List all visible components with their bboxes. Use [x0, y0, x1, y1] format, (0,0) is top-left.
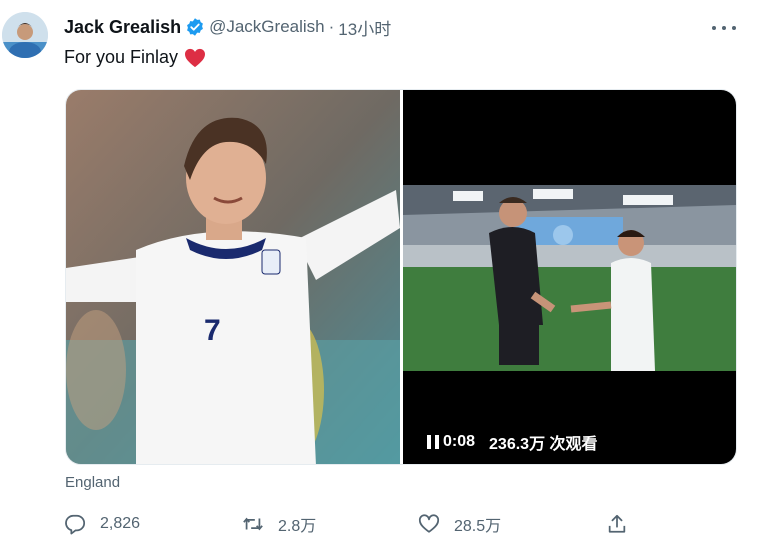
- video-player[interactable]: 0:08 236.3万 次观看: [403, 90, 736, 464]
- reply-icon: [65, 514, 85, 535]
- retweet-button[interactable]: 2.8万: [242, 512, 316, 536]
- like-button[interactable]: 28.5万: [418, 512, 501, 536]
- tweet-header: Jack Grealish @JackGrealish · 13小时: [64, 15, 391, 40]
- share-icon: [608, 514, 626, 533]
- more-icon[interactable]: [712, 18, 736, 38]
- like-icon: [418, 514, 440, 533]
- reply-count: 2,826: [100, 515, 141, 532]
- retweet-icon: [243, 517, 263, 531]
- reply-button[interactable]: 2,826: [64, 512, 140, 536]
- media-location: England: [65, 474, 121, 491]
- separator-dot: ·: [328, 17, 335, 36]
- author-name[interactable]: Jack Grealish: [64, 17, 181, 38]
- retweet-count: 2.8万: [278, 518, 317, 535]
- tweet-text: For you Finlay: [64, 47, 206, 68]
- svg-text:7: 7: [204, 314, 221, 347]
- video-frame: [403, 185, 736, 371]
- photo-player[interactable]: 7: [66, 90, 400, 464]
- heart-emoji-icon: [184, 48, 206, 68]
- pause-icon[interactable]: [427, 435, 439, 449]
- avatar[interactable]: [2, 12, 48, 58]
- like-count: 28.5万: [454, 518, 502, 535]
- video-controls: 0:08 236.3万 次观看: [427, 430, 598, 454]
- author-handle[interactable]: @JackGrealish: [209, 17, 325, 37]
- action-bar: 2,826 2.8万 28.5万: [64, 512, 644, 536]
- share-button[interactable]: [606, 512, 642, 536]
- timestamp[interactable]: 13小时: [338, 15, 391, 40]
- tweet-text-content: For you Finlay: [64, 47, 179, 67]
- media-grid: 7 0:08 236.3万 次观看: [65, 89, 737, 465]
- video-views: 236.3万 次观看: [489, 436, 598, 453]
- verified-badge-icon: [185, 17, 205, 37]
- video-duration: 0:08: [443, 433, 476, 450]
